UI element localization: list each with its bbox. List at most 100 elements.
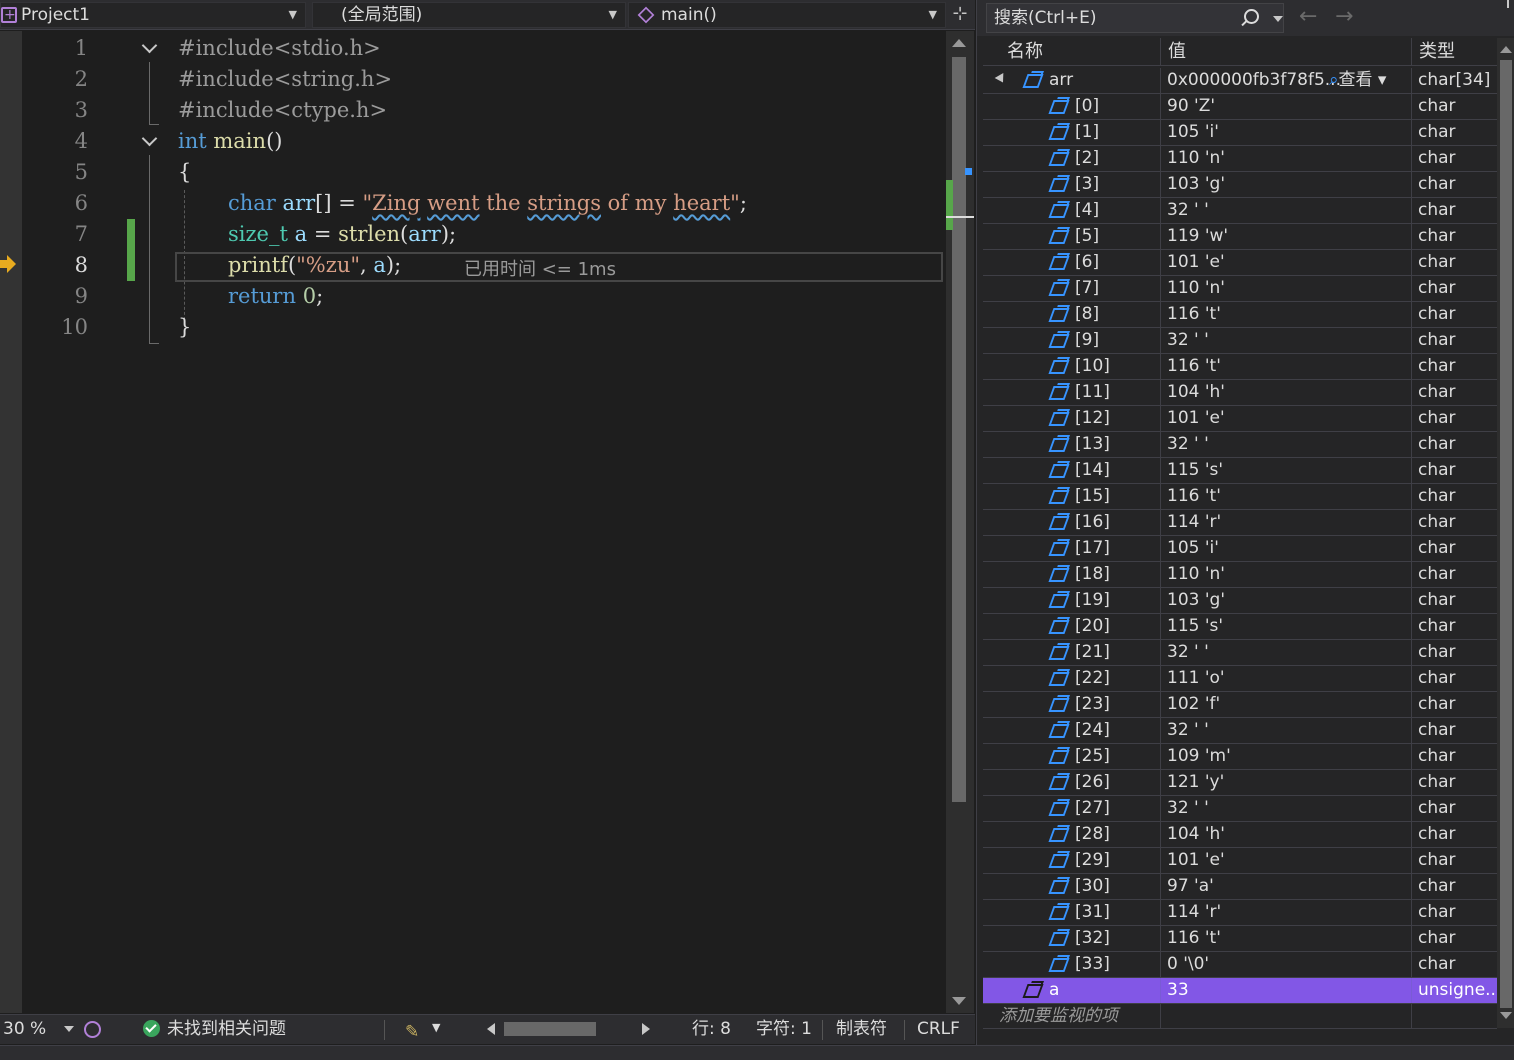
- watch-value-cell[interactable]: 116 't': [1160, 302, 1410, 327]
- fold-collapse-icon[interactable]: [140, 131, 160, 151]
- chevron-down-icon[interactable]: [64, 1026, 74, 1032]
- watch-name-cell[interactable]: [6]: [983, 250, 1159, 275]
- issues-status[interactable]: 未找到相关问题: [167, 1015, 286, 1043]
- char-indicator[interactable]: 字符: 1: [756, 1015, 812, 1043]
- perf-tip[interactable]: 已用时间 <= 1ms: [464, 255, 616, 281]
- watch-name-cell[interactable]: [29]: [983, 848, 1159, 873]
- function-dropdown[interactable]: main() ▼: [628, 2, 946, 28]
- watch-value-cell[interactable]: 104 'h': [1160, 380, 1410, 405]
- watch-value-cell[interactable]: 101 'e': [1160, 848, 1410, 873]
- code-line-7[interactable]: size_t a = strlen(arr);: [228, 219, 456, 250]
- project-dropdown[interactable]: Project1 ▼: [0, 2, 306, 28]
- watch-name-cell[interactable]: [8]: [983, 302, 1159, 327]
- watch-value-cell[interactable]: 110 'n': [1160, 146, 1410, 171]
- code-line-5[interactable]: {: [178, 157, 191, 188]
- watch-value-cell[interactable]: 105 'i': [1160, 120, 1410, 145]
- code-line-3[interactable]: #include<ctype.h>: [178, 95, 387, 126]
- code-line-4[interactable]: int main(): [178, 126, 282, 157]
- watch-row[interactable]: [11] 104 'h' char: [983, 380, 1497, 406]
- watch-name-cell[interactable]: [15]: [983, 484, 1159, 509]
- watch-value-cell[interactable]: 90 'Z': [1160, 94, 1410, 119]
- watch-row[interactable]: [22] 111 'o' char: [983, 666, 1497, 692]
- code-line-9[interactable]: return 0;: [228, 281, 323, 312]
- watch-name-cell[interactable]: [23]: [983, 692, 1159, 717]
- watch-row[interactable]: [3] 103 'g' char: [983, 172, 1497, 198]
- watch-name-cell[interactable]: [26]: [983, 770, 1159, 795]
- watch-name-cell[interactable]: [2]: [983, 146, 1159, 171]
- scroll-down-icon[interactable]: [952, 997, 966, 1005]
- watch-row[interactable]: [20] 115 's' char: [983, 614, 1497, 640]
- watch-name-cell[interactable]: [25]: [983, 744, 1159, 769]
- watch-name-cell[interactable]: [13]: [983, 432, 1159, 457]
- watch-name-cell[interactable]: [4]: [983, 198, 1159, 223]
- watch-name-cell[interactable]: [30]: [983, 874, 1159, 899]
- fold-collapse-icon[interactable]: [140, 38, 160, 58]
- watch-name-cell[interactable]: [11]: [983, 380, 1159, 405]
- split-editor-icon[interactable]: ⊹: [950, 4, 970, 26]
- watch-value-cell[interactable]: 97 'a': [1160, 874, 1410, 899]
- watch-row[interactable]: [31] 114 'r' char: [983, 900, 1497, 926]
- code-line-10[interactable]: }: [178, 312, 191, 343]
- watch-value-cell[interactable]: 0x000000fb3f78f5... ⌕查看 ▾: [1160, 68, 1410, 93]
- line-ending-indicator[interactable]: CRLF: [917, 1015, 960, 1043]
- watch-row-selected[interactable]: a 33 unsigne...: [983, 978, 1497, 1004]
- watch-name-cell[interactable]: [31]: [983, 900, 1159, 925]
- watch-value-cell[interactable]: 110 'n': [1160, 562, 1410, 587]
- watch-row[interactable]: [0] 90 'Z' char: [983, 94, 1497, 120]
- watch-row[interactable]: [18] 110 'n' char: [983, 562, 1497, 588]
- watch-value-cell[interactable]: 114 'r': [1160, 510, 1410, 535]
- search-previous-icon[interactable]: ←: [1299, 4, 1317, 29]
- column-type[interactable]: 类型: [1411, 38, 1455, 66]
- watch-row[interactable]: [26] 121 'y' char: [983, 770, 1497, 796]
- scroll-up-icon[interactable]: [952, 39, 966, 47]
- watch-name-cell[interactable]: [1]: [983, 120, 1159, 145]
- watch-value-cell[interactable]: 32 ' ': [1160, 640, 1410, 665]
- column-value[interactable]: 值: [1160, 38, 1186, 66]
- watch-value-cell[interactable]: 32 ' ': [1160, 198, 1410, 223]
- watch-row[interactable]: [6] 101 'e' char: [983, 250, 1497, 276]
- scroll-thumb[interactable]: [1500, 60, 1512, 1008]
- watch-value-cell[interactable]: 115 's': [1160, 614, 1410, 639]
- watch-row[interactable]: [16] 114 'r' char: [983, 510, 1497, 536]
- watch-name-cell[interactable]: [17]: [983, 536, 1159, 561]
- visualizer-view-button[interactable]: ⌕查看 ▾: [1329, 68, 1386, 93]
- watch-search-input[interactable]: 搜索(Ctrl+E): [986, 3, 1284, 33]
- watch-value-cell[interactable]: 116 't': [1160, 354, 1410, 379]
- scroll-right-icon[interactable]: [642, 1023, 650, 1035]
- watch-row[interactable]: [24] 32 ' ' char: [983, 718, 1497, 744]
- watch-name-cell[interactable]: [32]: [983, 926, 1159, 951]
- watch-value-cell[interactable]: 119 'w': [1160, 224, 1410, 249]
- code-line-6[interactable]: char arr[] = "Zing went the strings of m…: [228, 188, 747, 219]
- watch-value-cell[interactable]: 101 'e': [1160, 250, 1410, 275]
- watch-name-cell[interactable]: [22]: [983, 666, 1159, 691]
- zoom-level[interactable]: 30 %: [3, 1015, 46, 1043]
- watch-value-cell[interactable]: 116 't': [1160, 926, 1410, 951]
- watch-value-cell[interactable]: 101 'e': [1160, 406, 1410, 431]
- watch-row[interactable]: [21] 32 ' ' char: [983, 640, 1497, 666]
- watch-name-cell[interactable]: [27]: [983, 796, 1159, 821]
- watch-name-cell[interactable]: [14]: [983, 458, 1159, 483]
- watch-row[interactable]: [2] 110 'n' char: [983, 146, 1497, 172]
- watch-value-cell[interactable]: 33: [1160, 978, 1410, 1003]
- code-line-1[interactable]: #include<stdio.h>: [178, 33, 381, 64]
- watch-value-cell[interactable]: 32 ' ': [1160, 796, 1410, 821]
- indicator-margin[interactable]: [0, 31, 22, 1013]
- watch-row[interactable]: [15] 116 't' char: [983, 484, 1497, 510]
- copilot-icon[interactable]: [84, 1021, 101, 1038]
- watch-row[interactable]: [12] 101 'e' char: [983, 406, 1497, 432]
- column-name[interactable]: 名称: [991, 38, 1043, 66]
- chevron-down-icon[interactable]: ▼: [432, 1014, 440, 1042]
- watch-name-cell[interactable]: [24]: [983, 718, 1159, 743]
- watch-row[interactable]: [29] 101 'e' char: [983, 848, 1497, 874]
- watch-row[interactable]: [32] 116 't' char: [983, 926, 1497, 952]
- code-line-8[interactable]: printf("%zu", a);: [228, 250, 401, 281]
- watch-row[interactable]: [14] 115 's' char: [983, 458, 1497, 484]
- watch-row[interactable]: [7] 110 'n' char: [983, 276, 1497, 302]
- scroll-down-icon[interactable]: [1500, 1012, 1512, 1019]
- scope-dropdown[interactable]: (全局范围) ▼: [312, 2, 626, 28]
- line-indicator[interactable]: 行: 8: [692, 1015, 731, 1043]
- watch-row[interactable]: [5] 119 'w' char: [983, 224, 1497, 250]
- scroll-thumb[interactable]: [952, 57, 966, 802]
- watch-name-cell[interactable]: [9]: [983, 328, 1159, 353]
- watch-name-cell[interactable]: [21]: [983, 640, 1159, 665]
